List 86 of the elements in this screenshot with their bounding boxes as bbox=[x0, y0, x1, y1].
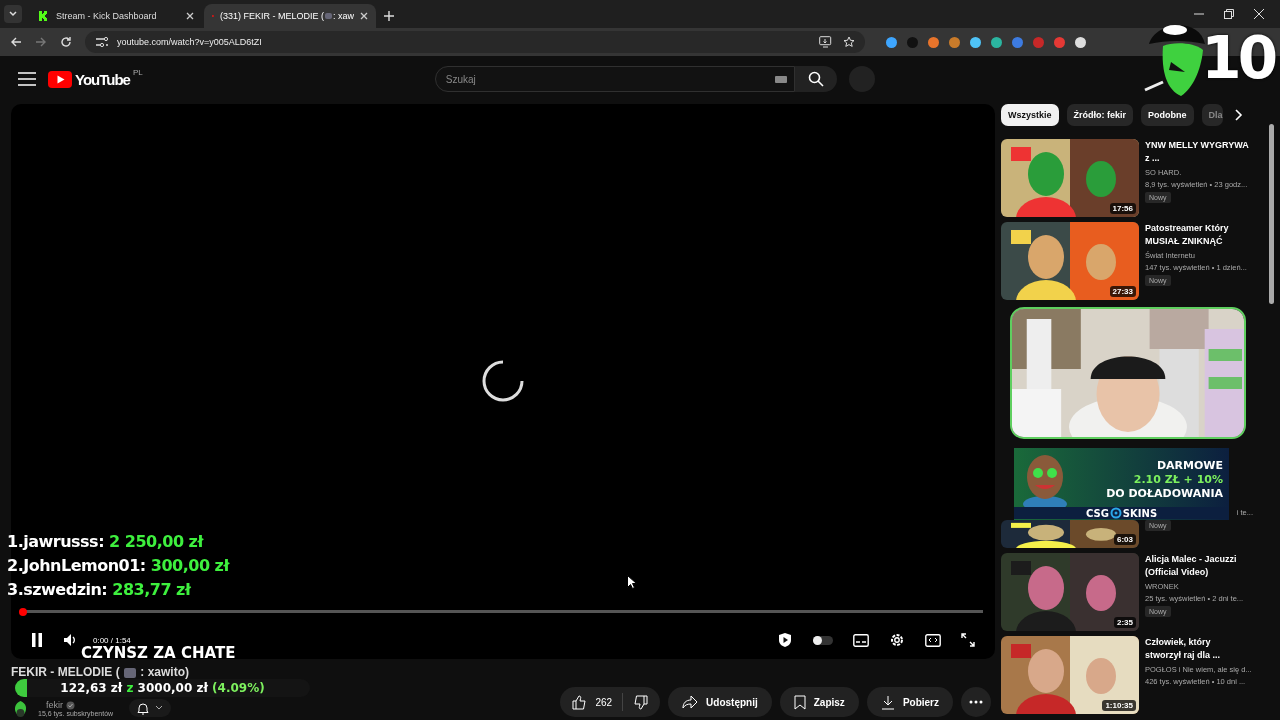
video-thumbnail[interactable]: 6:03 bbox=[1001, 520, 1139, 548]
chevron-right-icon[interactable] bbox=[1234, 109, 1243, 121]
thumbs-up-icon bbox=[572, 694, 588, 710]
ad-text: DARMOWE bbox=[1156, 459, 1223, 473]
region-label: PL bbox=[132, 68, 143, 77]
site-settings-icon[interactable] bbox=[95, 36, 109, 48]
extension-icon[interactable] bbox=[949, 36, 960, 48]
video-thumbnail[interactable]: 17:56 bbox=[1001, 139, 1139, 217]
settings-icon[interactable] bbox=[889, 632, 905, 648]
ad-text: 2.10 ZŁ + 10% bbox=[1133, 473, 1223, 487]
pause-icon[interactable] bbox=[31, 633, 43, 647]
kick-logo-icon bbox=[38, 10, 50, 22]
install-icon[interactable] bbox=[819, 36, 832, 48]
video-title: FEKIR - MELODIE ( : xawito) bbox=[11, 665, 189, 679]
stream-counter: 10 bbox=[1201, 24, 1274, 92]
duration-badge: 17:56 bbox=[1109, 203, 1136, 214]
shield-play-icon[interactable] bbox=[777, 632, 793, 648]
extension-icon[interactable] bbox=[928, 36, 939, 48]
miniplayer-icon[interactable] bbox=[925, 633, 941, 647]
share-arrow-icon bbox=[682, 695, 699, 709]
duration-badge: 2:35 bbox=[1114, 617, 1136, 628]
extension-icon[interactable] bbox=[970, 36, 981, 48]
url-text: youtube.com/watch?v=y005ALD6tZI bbox=[117, 37, 263, 47]
filter-chip[interactable]: Źródło: fekir bbox=[1066, 104, 1134, 126]
ad-text: DO DOŁADOWANIA bbox=[1106, 487, 1223, 501]
download-icon bbox=[880, 694, 895, 710]
video-thumbnail[interactable]: 1:10:35 bbox=[1001, 636, 1139, 714]
bell-icon bbox=[137, 701, 150, 715]
filter-chip[interactable]: Dla bbox=[1201, 104, 1223, 126]
share-button[interactable]: Udostępnij bbox=[668, 687, 772, 717]
browser-tab[interactable]: Stream - Kick Dashboard bbox=[30, 4, 202, 28]
progress-thumb[interactable] bbox=[19, 607, 27, 616]
forward-icon[interactable] bbox=[35, 36, 47, 48]
restore-icon[interactable] bbox=[1224, 9, 1234, 19]
bookmark-star-icon[interactable] bbox=[843, 36, 855, 48]
duration-badge: 27:33 bbox=[1109, 286, 1136, 297]
notification-bell-button[interactable] bbox=[129, 699, 172, 717]
back-icon[interactable] bbox=[10, 36, 22, 48]
reload-icon[interactable] bbox=[60, 36, 72, 48]
fullscreen-icon[interactable] bbox=[961, 633, 975, 647]
download-button[interactable]: Pobierz bbox=[866, 687, 953, 717]
tab-title: Stream - Kick Dashboard bbox=[56, 11, 157, 21]
close-icon[interactable] bbox=[1254, 9, 1264, 19]
video-thumbnail[interactable]: 2:35 bbox=[1001, 553, 1139, 631]
chevron-down-icon bbox=[8, 9, 18, 19]
new-tab-button[interactable] bbox=[384, 11, 394, 21]
search-button[interactable] bbox=[794, 66, 837, 92]
more-dots-icon bbox=[969, 700, 983, 704]
close-tab-button[interactable] bbox=[186, 12, 194, 20]
search-icon bbox=[807, 71, 824, 87]
close-tab-button[interactable] bbox=[360, 12, 368, 20]
video-title[interactable]: YNW MELLY WYGRYWA z ... bbox=[1145, 139, 1249, 165]
browser-tab[interactable]: (331) FEKIR - MELODIE ( : xaw bbox=[204, 4, 376, 28]
goal-text: 122,63 zł z 3000,00 zł (4.09%) bbox=[60, 681, 265, 695]
autoplay-toggle[interactable] bbox=[813, 635, 833, 645]
video-title[interactable]: Alicja Malec - Jacuzzi (Official Video) bbox=[1145, 553, 1249, 579]
filter-chip[interactable]: Podobne bbox=[1141, 104, 1194, 126]
video-title[interactable]: Patostreamer Który MUSIAŁ ZNIKNĄĆ bbox=[1145, 222, 1249, 248]
tab-title: : xaw bbox=[333, 11, 354, 21]
chevron-down-icon bbox=[155, 705, 164, 711]
tab-list-button[interactable] bbox=[4, 5, 22, 23]
bookmark-icon bbox=[793, 694, 806, 710]
duration-badge: 6:03 bbox=[1114, 534, 1136, 545]
keyboard-icon[interactable] bbox=[774, 76, 787, 83]
subtitles-icon[interactable] bbox=[853, 633, 869, 647]
thumbs-down-icon bbox=[633, 694, 649, 710]
duration-badge: 1:10:35 bbox=[1102, 700, 1136, 711]
filter-chip[interactable]: Wszystkie bbox=[1001, 104, 1059, 126]
tab-title: (331) FEKIR - MELODIE ( bbox=[219, 11, 324, 21]
time-display: 0:00 / 1:54 bbox=[93, 635, 131, 645]
menu-icon[interactable] bbox=[18, 72, 36, 86]
video-thumbnail[interactable]: 27:33 bbox=[1001, 222, 1139, 300]
more-button[interactable] bbox=[961, 687, 991, 717]
emoji-icon bbox=[325, 13, 332, 19]
search-field[interactable]: Szukaj bbox=[434, 66, 795, 92]
channel-name[interactable]: fekir bbox=[46, 700, 114, 710]
address-bar[interactable]: youtube.com/watch?v=y005ALD6tZI bbox=[85, 31, 865, 53]
extension-icon[interactable] bbox=[991, 36, 1002, 48]
extension-icon[interactable] bbox=[886, 36, 897, 48]
mouse-cursor-icon bbox=[627, 575, 637, 589]
video-title[interactable]: Człowiek, który stworzył raj dla ... bbox=[1145, 636, 1249, 662]
caption-text: CZYNSZ ZA CHATE bbox=[81, 644, 236, 662]
save-button[interactable]: Zapisz bbox=[779, 687, 859, 717]
volume-icon[interactable] bbox=[63, 633, 77, 647]
logo-text[interactable]: YouTube bbox=[75, 70, 130, 88]
extension-icon[interactable] bbox=[1075, 36, 1086, 48]
